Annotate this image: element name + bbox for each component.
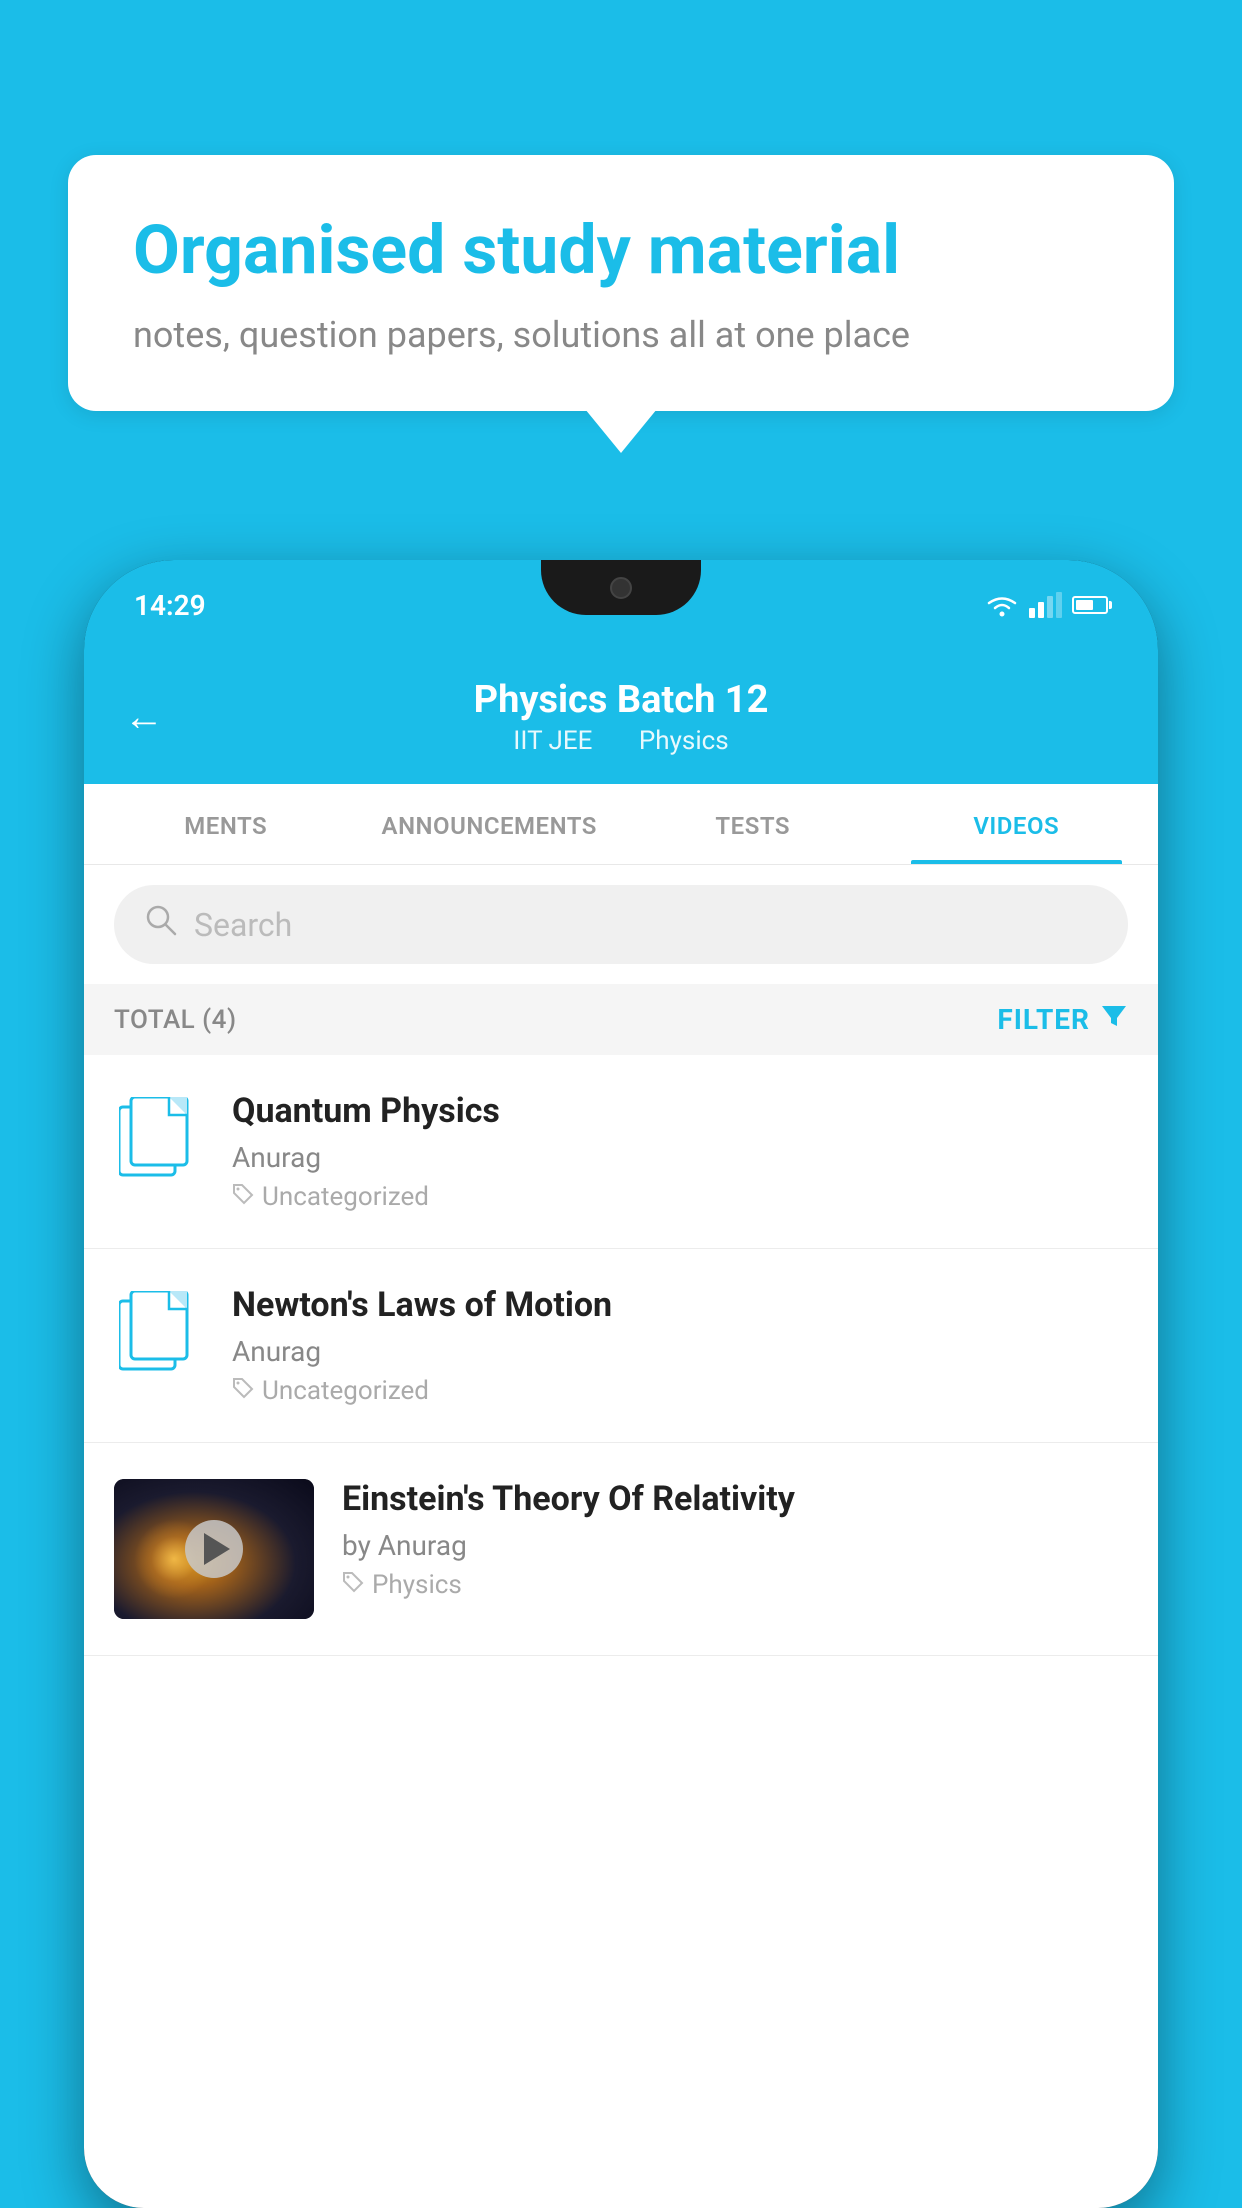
search-bar[interactable]: Search bbox=[114, 885, 1128, 964]
video-tag-row: Uncategorized bbox=[232, 1182, 1128, 1212]
tag-icon bbox=[232, 1183, 254, 1211]
back-button[interactable]: ← bbox=[124, 697, 164, 737]
app-title: Physics Batch 12 bbox=[194, 678, 1048, 722]
video-tag-row: Uncategorized bbox=[232, 1376, 1128, 1406]
total-count: TOTAL (4) bbox=[114, 1005, 237, 1035]
list-item[interactable]: Quantum Physics Anurag Uncategorized bbox=[84, 1055, 1158, 1249]
doc-icon-wrapper bbox=[114, 1097, 204, 1187]
video-author: Anurag bbox=[232, 1335, 1128, 1368]
video-tag: Uncategorized bbox=[262, 1376, 429, 1406]
video-tag-row: Physics bbox=[342, 1570, 1128, 1600]
tag-iitjee: IIT JEE bbox=[513, 726, 592, 756]
status-time: 14:29 bbox=[134, 589, 206, 622]
list-item[interactable]: Einstein's Theory Of Relativity by Anura… bbox=[84, 1443, 1158, 1656]
video-info: Einstein's Theory Of Relativity by Anura… bbox=[342, 1479, 1128, 1600]
video-title: Newton's Laws of Motion bbox=[232, 1285, 1128, 1325]
video-thumbnail bbox=[114, 1479, 314, 1619]
video-title: Quantum Physics bbox=[232, 1091, 1128, 1131]
video-info: Newton's Laws of Motion Anurag Uncategor… bbox=[232, 1285, 1128, 1406]
camera-dot bbox=[610, 577, 632, 599]
video-title: Einstein's Theory Of Relativity bbox=[342, 1479, 1128, 1519]
video-author: by Anurag bbox=[342, 1529, 1128, 1562]
video-author: Anurag bbox=[232, 1141, 1128, 1174]
video-list: Quantum Physics Anurag Uncategorized bbox=[84, 1055, 1158, 1656]
search-bar-container: Search bbox=[84, 865, 1158, 984]
tab-tests[interactable]: TESTS bbox=[621, 784, 885, 864]
list-item[interactable]: Newton's Laws of Motion Anurag Uncategor… bbox=[84, 1249, 1158, 1443]
filter-row: TOTAL (4) FILTER bbox=[84, 984, 1158, 1055]
speech-bubble-headline: Organised study material bbox=[133, 210, 1109, 292]
filter-label: FILTER bbox=[997, 1003, 1090, 1036]
status-bar: 14:29 bbox=[84, 560, 1158, 650]
tag-icon bbox=[342, 1571, 364, 1599]
status-icons bbox=[985, 592, 1108, 618]
search-placeholder[interactable]: Search bbox=[194, 906, 292, 944]
speech-bubble-subtext: notes, question papers, solutions all at… bbox=[133, 314, 1109, 356]
video-tag: Uncategorized bbox=[262, 1182, 429, 1212]
app-header: ← Physics Batch 12 IIT JEE Physics bbox=[84, 650, 1158, 784]
app-subtitle: IIT JEE Physics bbox=[194, 726, 1048, 756]
video-tag: Physics bbox=[372, 1570, 462, 1600]
play-triangle-icon bbox=[204, 1533, 230, 1565]
filter-button[interactable]: FILTER bbox=[997, 1002, 1128, 1037]
video-info: Quantum Physics Anurag Uncategorized bbox=[232, 1091, 1128, 1212]
tabs-bar: MENTS ANNOUNCEMENTS TESTS VIDEOS bbox=[84, 784, 1158, 865]
wifi-icon bbox=[985, 592, 1019, 618]
battery-icon bbox=[1072, 596, 1108, 614]
phone-content: ← Physics Batch 12 IIT JEE Physics MENTS… bbox=[84, 650, 1158, 2208]
filter-funnel-icon bbox=[1100, 1002, 1128, 1037]
tab-videos[interactable]: VIDEOS bbox=[885, 784, 1149, 864]
tab-announcements[interactable]: ANNOUNCEMENTS bbox=[358, 784, 622, 864]
signal-icon bbox=[1029, 592, 1062, 618]
play-button[interactable] bbox=[185, 1520, 243, 1578]
header-title-group: Physics Batch 12 IIT JEE Physics bbox=[194, 678, 1048, 756]
phone-frame: 14:29 bbox=[84, 560, 1158, 2208]
document-icon bbox=[119, 1097, 199, 1187]
tag-icon bbox=[232, 1377, 254, 1405]
phone-notch bbox=[541, 560, 701, 615]
speech-bubble: Organised study material notes, question… bbox=[68, 155, 1174, 411]
tab-ments[interactable]: MENTS bbox=[94, 784, 358, 864]
tag-physics: Physics bbox=[639, 726, 729, 756]
doc-icon-wrapper bbox=[114, 1291, 204, 1381]
document-icon bbox=[119, 1291, 199, 1381]
search-icon bbox=[144, 903, 178, 946]
